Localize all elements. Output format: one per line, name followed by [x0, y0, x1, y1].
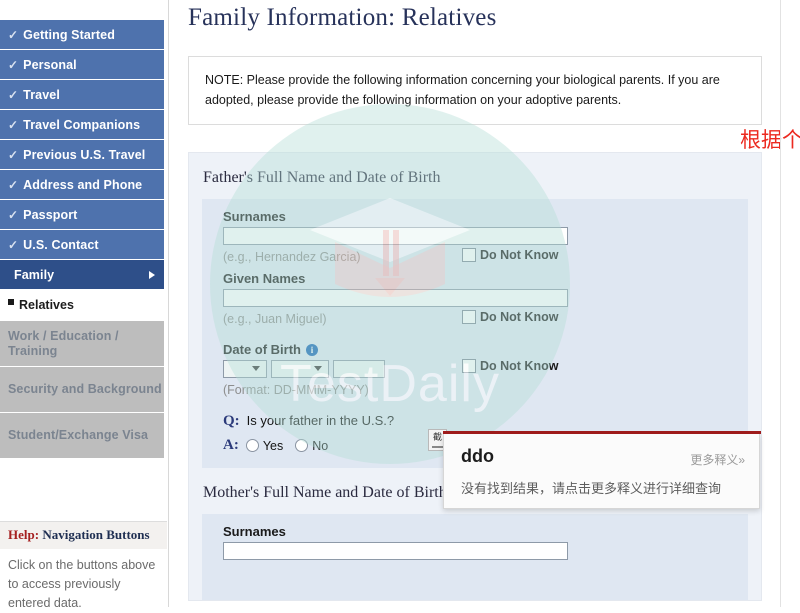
- check-icon: ✓: [8, 87, 19, 102]
- note-box: NOTE: Please provide the following infor…: [188, 56, 762, 125]
- sidebar-item-previous-us-travel[interactable]: ✓ Previous U.S. Travel: [0, 140, 164, 169]
- father-given-names-do-not-know[interactable]: Do Not Know: [462, 310, 558, 324]
- father-surnames-hint-row: (e.g., Hernandez Garcia) Do Not Know: [202, 247, 748, 271]
- father-given-names-hint-row: (e.g., Juan Miguel) Do Not Know: [202, 309, 748, 333]
- father-dob-row: Do Not Know: [223, 359, 748, 380]
- dictionary-message: 没有找到结果，请点击更多释义进行详细查询: [461, 481, 722, 496]
- ceac-visa-application-page: ✓ Getting Started ✓ Personal ✓ Travel ✓ …: [0, 0, 800, 613]
- father-surnames-label: Surnames: [223, 209, 286, 224]
- sidebar-item-personal[interactable]: ✓ Personal: [0, 50, 164, 79]
- sidebar-item-label: Travel: [23, 87, 60, 102]
- sidebar-item-label: Security and Background: [8, 382, 162, 396]
- main-content: Family Information: Relatives NOTE: Plea…: [168, 0, 800, 607]
- father-dob-day-select[interactable]: [223, 360, 267, 378]
- check-icon: ✓: [8, 237, 19, 252]
- info-icon[interactable]: i: [306, 343, 318, 356]
- sidebar-item-travel-companions[interactable]: ✓ Travel Companions: [0, 110, 164, 139]
- more-definitions-link[interactable]: 更多释义»: [690, 451, 745, 468]
- help-panel-body: Click on the buttons above to access pre…: [0, 549, 167, 613]
- check-icon: ✓: [8, 57, 19, 72]
- chevron-down-icon: [314, 366, 322, 371]
- answer-tag: A:: [223, 437, 239, 453]
- do-not-know-label: Do Not Know: [480, 310, 559, 324]
- sidebar-item-label: Work / Education / Training: [8, 328, 119, 358]
- popup-top-rule: [443, 431, 761, 434]
- mother-surnames-label: Surnames: [223, 524, 286, 539]
- sidebar-navigation: ✓ Getting Started ✓ Personal ✓ Travel ✓ …: [0, 0, 169, 613]
- checkbox-icon[interactable]: [462, 248, 476, 262]
- check-icon: ✓: [8, 207, 19, 222]
- mother-panel: Surnames: [202, 514, 748, 600]
- father-dob-month-select[interactable]: [271, 360, 329, 378]
- checkbox-icon[interactable]: [462, 359, 476, 373]
- father-dob-format-hint: (Format: DD-MMM-YYYY): [223, 383, 369, 397]
- father-surnames-input[interactable]: [223, 227, 568, 245]
- sidebar-item-student-exchange-visa: Student/Exchange Visa: [0, 413, 164, 458]
- father-dob-label: Date of Birth: [223, 342, 301, 357]
- sidebar-nav-list: ✓ Getting Started ✓ Personal ✓ Travel ✓ …: [0, 20, 164, 459]
- checkbox-icon[interactable]: [462, 310, 476, 324]
- radio-yes-label[interactable]: Yes: [263, 439, 283, 453]
- do-not-know-label: Do Not Know: [480, 359, 559, 373]
- father-given-names-label: Given Names: [223, 271, 306, 286]
- square-bullet-icon: [8, 299, 14, 305]
- sidebar-item-label: Family: [14, 267, 55, 282]
- sidebar-item-label: Personal: [23, 57, 77, 72]
- sidebar-subitem-label: Relatives: [19, 298, 74, 312]
- help-panel-title: Help: Navigation Buttons: [0, 521, 167, 549]
- check-icon: ✓: [8, 147, 19, 162]
- father-dob-do-not-know[interactable]: Do Not Know: [462, 359, 558, 373]
- sidebar-item-us-contact[interactable]: ✓ U.S. Contact: [0, 230, 164, 259]
- father-surnames-hint: (e.g., Hernandez Garcia): [223, 250, 361, 264]
- sidebar-item-label: Address and Phone: [23, 177, 143, 192]
- chevron-right-icon: [149, 270, 155, 279]
- sidebar-item-label: Getting Started: [23, 27, 115, 42]
- sidebar-item-label: Passport: [23, 207, 78, 222]
- question-tag: Q:: [223, 413, 240, 429]
- sidebar-item-work-education-training: Work / Education / Training: [0, 321, 164, 366]
- sidebar-item-label: Previous U.S. Travel: [23, 147, 146, 162]
- father-surnames-do-not-know[interactable]: Do Not Know: [462, 248, 558, 262]
- check-icon: ✓: [8, 117, 19, 132]
- mother-surnames-input[interactable]: [223, 542, 568, 560]
- help-panel: Help: Navigation Buttons Click on the bu…: [0, 521, 167, 613]
- father-in-us-question: Is your father in the U.S.?: [246, 413, 395, 428]
- father-panel: Surnames (e.g., Hernandez Garcia) Do Not…: [202, 199, 748, 468]
- radio-no-label[interactable]: No: [312, 439, 328, 453]
- sidebar-item-travel[interactable]: ✓ Travel: [0, 80, 164, 109]
- sidebar-item-label: Travel Companions: [23, 117, 141, 132]
- snip-label: 截: [432, 432, 442, 442]
- red-annotation-note: 根据个人情况如实填写: [740, 129, 800, 152]
- page-title: Family Information: Relatives: [188, 4, 497, 31]
- father-in-us-question-row: Q: Is your father in the U.S.?: [223, 413, 748, 430]
- father-given-names-hint: (e.g., Juan Miguel): [223, 312, 327, 326]
- sidebar-item-getting-started[interactable]: ✓ Getting Started: [0, 20, 164, 49]
- sidebar-item-label: U.S. Contact: [23, 237, 99, 252]
- sidebar-item-address-and-phone[interactable]: ✓ Address and Phone: [0, 170, 164, 199]
- mother-surnames-hint-row: [202, 562, 748, 586]
- radio-no-icon[interactable]: [295, 439, 309, 452]
- father-section-title: Father's Full Name and Date of Birth: [203, 169, 441, 186]
- father-dob-year-input[interactable]: [333, 360, 385, 378]
- help-topic: Navigation Buttons: [39, 527, 150, 542]
- relatives-form-card: Father's Full Name and Date of Birth Sur…: [188, 152, 762, 601]
- radio-yes-icon[interactable]: [245, 439, 259, 452]
- chevron-down-icon: [252, 366, 260, 371]
- do-not-know-label: Do Not Know: [480, 248, 559, 262]
- help-label: Help:: [8, 527, 40, 542]
- father-dob-label-row: Date of Birth i: [223, 342, 748, 357]
- dictionary-word: ddo: [461, 446, 494, 466]
- check-icon: ✓: [8, 27, 19, 42]
- page-right-border: [780, 0, 781, 607]
- check-icon: ✓: [8, 177, 19, 192]
- sidebar-item-passport[interactable]: ✓ Passport: [0, 200, 164, 229]
- sidebar-subitem-relatives[interactable]: Relatives: [0, 290, 164, 320]
- sidebar-item-family[interactable]: Family: [0, 260, 164, 289]
- sidebar-item-security-and-background: Security and Background: [0, 367, 164, 412]
- father-given-names-input[interactable]: [223, 289, 568, 307]
- sidebar-item-label: Student/Exchange Visa: [8, 428, 149, 442]
- dictionary-popup[interactable]: ddo 更多释义» 没有找到结果，请点击更多释义进行详细查询: [443, 431, 761, 509]
